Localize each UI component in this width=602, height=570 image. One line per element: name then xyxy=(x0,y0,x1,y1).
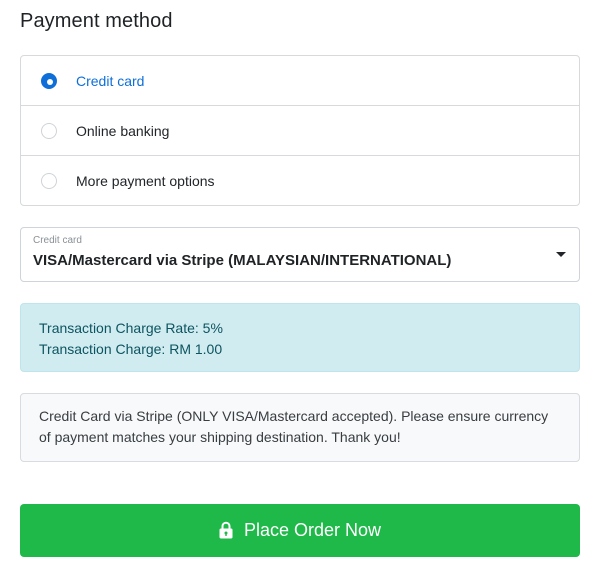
payment-option-label: Online banking xyxy=(76,122,170,139)
charge-amount-text: Transaction Charge: RM 1.00 xyxy=(39,341,223,357)
payment-option-credit-card[interactable]: Credit card xyxy=(21,56,579,106)
lock-icon xyxy=(219,521,233,538)
payment-note: Credit Card via Stripe (ONLY VISA/Master… xyxy=(20,393,580,462)
page-title: Payment method xyxy=(20,10,173,32)
select-value: VISA/Mastercard via Stripe (MALAYSIAN/IN… xyxy=(33,252,452,269)
radio-button[interactable] xyxy=(41,122,57,139)
charge-rate-text: Transaction Charge Rate: 5% xyxy=(39,320,223,336)
payment-option-more[interactable]: More payment options xyxy=(21,156,579,205)
transaction-charge-alert: Transaction Charge Rate: 5% Transaction … xyxy=(20,303,580,372)
payment-note-text: Credit Card via Stripe (ONLY VISA/Master… xyxy=(39,408,549,445)
payment-option-online-banking[interactable]: Online banking xyxy=(21,106,579,156)
select-caption: Credit card xyxy=(33,235,82,246)
caret-down-icon xyxy=(556,252,566,257)
card-type-select[interactable]: Credit card VISA/Mastercard via Stripe (… xyxy=(20,227,580,282)
payment-method-list: Credit card Online banking More payment … xyxy=(20,55,580,206)
place-order-button[interactable]: Place Order Now xyxy=(20,504,580,557)
place-order-label: Place Order Now xyxy=(243,520,382,540)
payment-panel: Payment method Credit card Online bankin… xyxy=(0,0,602,570)
payment-option-label: Credit card xyxy=(76,72,145,89)
radio-button[interactable] xyxy=(41,173,57,189)
payment-option-label: More payment options xyxy=(76,173,215,189)
radio-button-checked[interactable] xyxy=(41,72,57,89)
